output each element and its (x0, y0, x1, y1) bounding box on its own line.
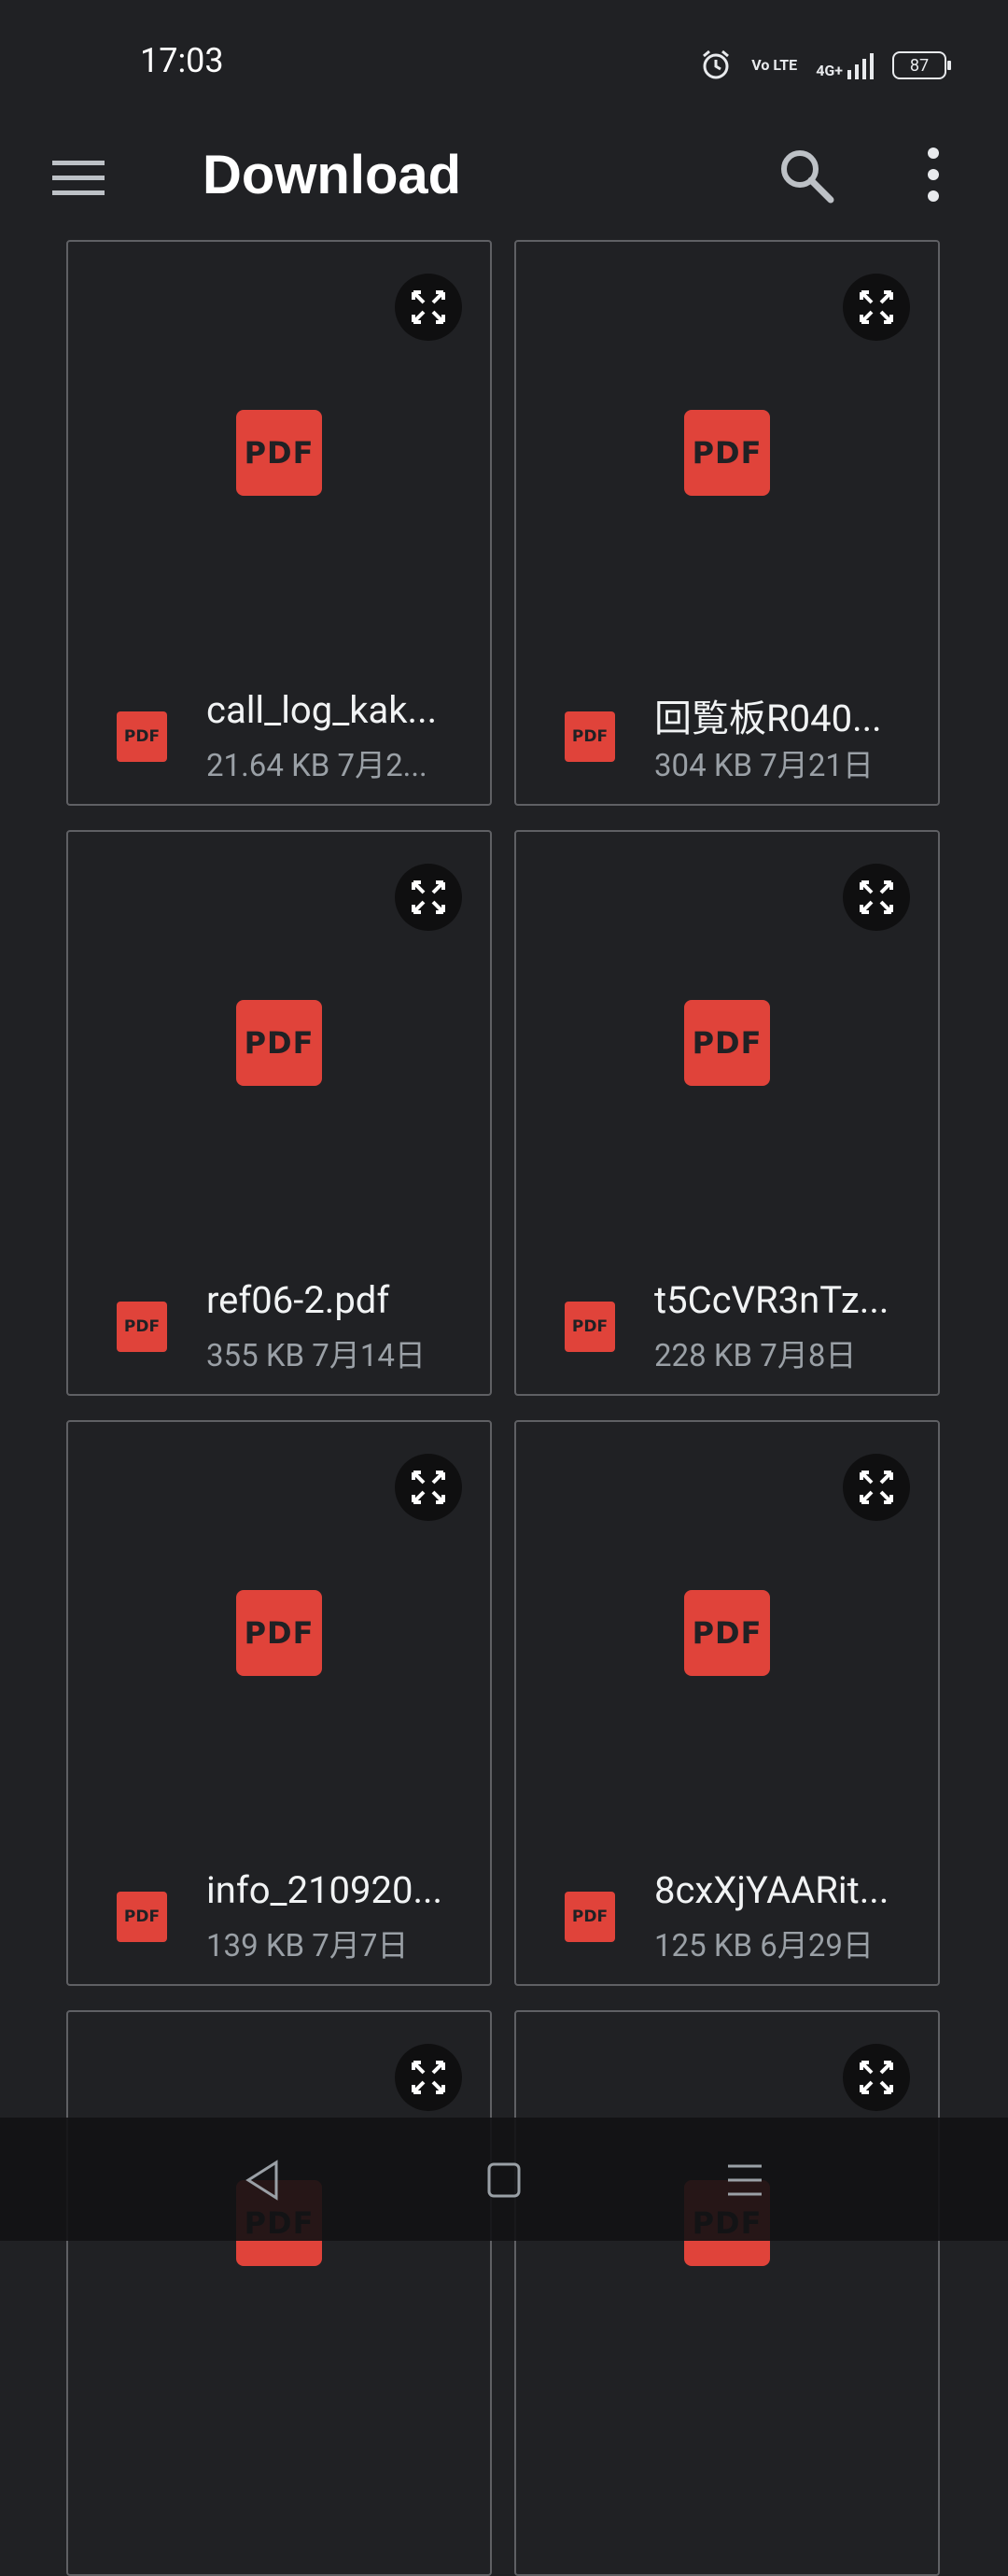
file-card[interactable]: PDF PDF info_210920... 139 KB 7月7日 (66, 1420, 492, 1986)
signal-bars-icon (847, 53, 874, 79)
pdf-thumbnail-icon: PDF (236, 1000, 322, 1086)
expand-button[interactable] (395, 274, 462, 341)
hamburger-menu-icon[interactable] (50, 149, 106, 205)
expand-icon (860, 1471, 893, 1504)
file-card[interactable]: PDF PDF call_log_kak... 21.64 KB 7月2... (66, 240, 492, 806)
expand-icon (412, 880, 445, 914)
signal-icon: 4G+ (816, 51, 874, 79)
expand-icon (412, 2061, 445, 2094)
pdf-file-icon: PDF (565, 1302, 615, 1352)
pdf-thumbnail-icon: PDF (236, 410, 322, 496)
expand-button[interactable] (843, 2044, 910, 2111)
expand-icon (412, 290, 445, 324)
back-triangle-icon[interactable] (235, 2157, 291, 2203)
pdf-file-icon: PDF (117, 711, 167, 762)
file-name: 回覧板R040... (654, 697, 882, 740)
file-name: call_log_kak... (206, 688, 438, 732)
pdf-thumbnail-icon: PDF (684, 410, 770, 496)
more-vert-icon[interactable] (915, 142, 952, 207)
file-card[interactable]: PDF (66, 2010, 492, 2576)
volte-icon: Vo LTE (751, 56, 798, 74)
recents-lines-icon[interactable] (717, 2157, 773, 2203)
expand-button[interactable] (395, 1454, 462, 1521)
file-meta: 355 KB 7月14日 (206, 1338, 426, 1374)
file-name: ref06-2.pdf (206, 1278, 390, 1322)
system-nav-bar (0, 2118, 1008, 2241)
file-card[interactable]: PDF PDF 8cxXjYAARit... 125 KB 6月29日 (514, 1420, 940, 1986)
expand-button[interactable] (843, 1454, 910, 1521)
file-card[interactable]: PDF PDF 回覧板R040... 304 KB 7月21日 (514, 240, 940, 806)
page-title: Download (203, 145, 462, 205)
status-icons: Vo LTE 4G+ 87 (699, 47, 951, 84)
expand-button[interactable] (395, 864, 462, 931)
status-time: 17:03 (140, 41, 224, 80)
home-square-icon[interactable] (476, 2157, 532, 2203)
battery-icon: 87 (892, 51, 951, 79)
pdf-file-icon: PDF (565, 711, 615, 762)
file-meta: 125 KB 6月29日 (654, 1928, 874, 1964)
app-bar: Download (0, 121, 1008, 233)
pdf-file-icon: PDF (117, 1892, 167, 1942)
expand-button[interactable] (843, 274, 910, 341)
expand-button[interactable] (843, 864, 910, 931)
search-icon[interactable] (777, 146, 834, 204)
file-name: 8cxXjYAARit... (654, 1868, 889, 1912)
file-name: t5CcVR3nTz... (654, 1278, 889, 1322)
file-card[interactable]: PDF PDF t5CcVR3nTz... 228 KB 7月8日 (514, 830, 940, 1396)
file-meta: 139 KB 7月7日 (206, 1928, 409, 1964)
pdf-file-icon: PDF (565, 1892, 615, 1942)
file-meta: 21.64 KB 7月2... (206, 748, 427, 784)
alarm-icon (703, 49, 730, 79)
expand-icon (860, 290, 893, 324)
network-type: 4G+ (816, 62, 843, 79)
file-meta: 304 KB 7月21日 (654, 748, 874, 784)
expand-icon (860, 2061, 893, 2094)
file-card[interactable]: PDF PDF ref06-2.pdf 355 KB 7月14日 (66, 830, 492, 1396)
file-meta: 228 KB 7月8日 (654, 1338, 857, 1374)
expand-button[interactable] (395, 2044, 462, 2111)
pdf-thumbnail-icon: PDF (684, 1590, 770, 1676)
file-name: info_210920... (206, 1868, 443, 1912)
status-bar: 17:03 Vo LTE 4G+ 87 (0, 0, 1008, 121)
pdf-thumbnail-icon: PDF (684, 1000, 770, 1086)
pdf-file-icon: PDF (117, 1302, 167, 1352)
pdf-thumbnail-icon: PDF (236, 1590, 322, 1676)
expand-icon (412, 1471, 445, 1504)
expand-icon (860, 880, 893, 914)
file-card[interactable]: PDF (514, 2010, 940, 2576)
